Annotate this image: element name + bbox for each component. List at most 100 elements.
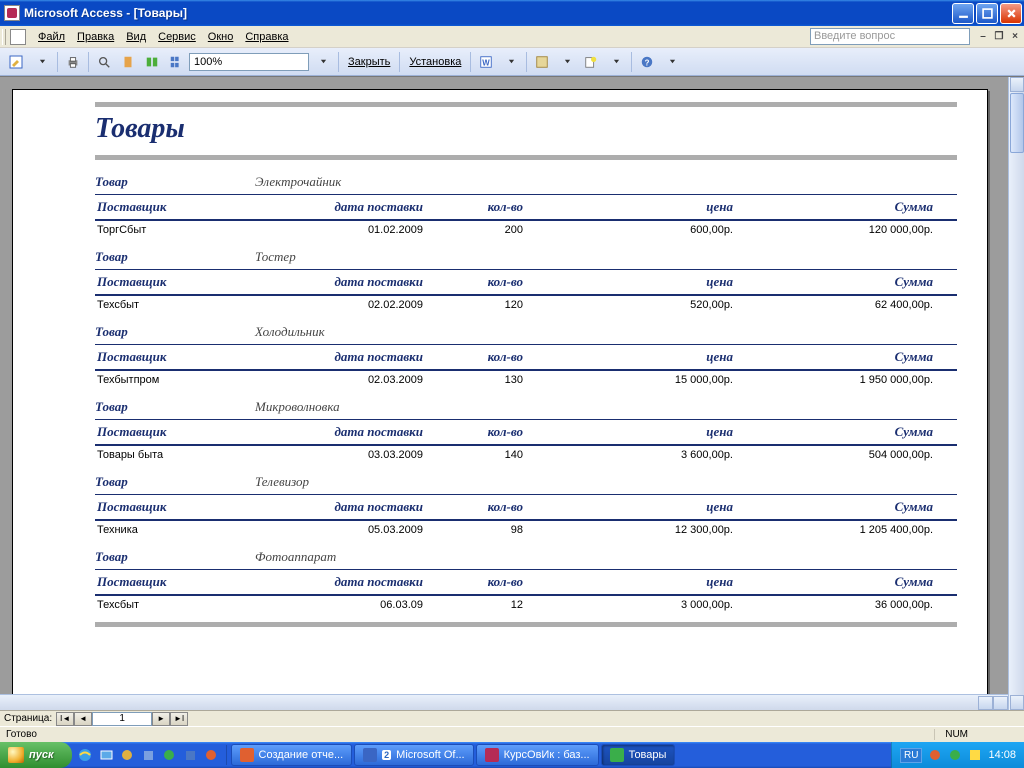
toolbar-handle[interactable] bbox=[2, 29, 6, 45]
help-button[interactable]: ? bbox=[636, 51, 658, 73]
two-pages-button[interactable] bbox=[141, 51, 163, 73]
cell-sum: 36 000,00р. bbox=[735, 596, 935, 614]
taskbar-task[interactable]: 2Microsoft Of... bbox=[354, 744, 473, 766]
minimize-button[interactable] bbox=[952, 3, 974, 24]
col-price: цена bbox=[525, 196, 735, 218]
scroll-left-button[interactable] bbox=[978, 696, 993, 710]
col-date: дата поставки bbox=[275, 421, 425, 443]
officelinks-dropdown[interactable] bbox=[500, 51, 522, 73]
col-sum: Сумма bbox=[735, 196, 935, 218]
ql-desktop-icon[interactable] bbox=[97, 745, 117, 765]
view-dropdown[interactable] bbox=[31, 51, 53, 73]
start-button[interactable]: пуск bbox=[0, 742, 72, 768]
col-sum: Сумма bbox=[735, 271, 935, 293]
maximize-button[interactable] bbox=[976, 3, 998, 24]
col-date: дата поставки bbox=[275, 196, 425, 218]
ql-app3-icon[interactable] bbox=[160, 745, 180, 765]
one-page-button[interactable] bbox=[117, 51, 139, 73]
report-page[interactable]: Товары Товар Электрочайник Поставщик дат… bbox=[12, 89, 988, 710]
cell-supplier: Товары быта bbox=[95, 446, 275, 464]
task-icon bbox=[363, 748, 377, 762]
officelinks-word-button[interactable]: W bbox=[475, 51, 497, 73]
ask-question-input[interactable]: Введите вопрос bbox=[810, 28, 970, 45]
page-number-input[interactable] bbox=[92, 712, 152, 726]
multi-pages-button[interactable] bbox=[165, 51, 187, 73]
menu-file[interactable]: Файл bbox=[32, 29, 71, 45]
cell-date: 05.03.2009 bbox=[275, 521, 425, 539]
col-date: дата поставки bbox=[275, 271, 425, 293]
col-sum: Сумма bbox=[735, 496, 935, 518]
ql-app2-icon[interactable] bbox=[139, 745, 159, 765]
windows-logo-icon bbox=[8, 747, 24, 763]
cell-price: 15 000,00р. bbox=[525, 371, 735, 389]
cell-sum: 504 000,00р. bbox=[735, 446, 935, 464]
horizontal-scrollbar[interactable] bbox=[0, 694, 1008, 710]
report-title: Товары bbox=[95, 113, 957, 145]
system-tray: RU 14:08 bbox=[891, 742, 1024, 768]
cell-supplier: Техника bbox=[95, 521, 275, 539]
scroll-up-button[interactable] bbox=[1010, 77, 1024, 92]
database-window-button[interactable] bbox=[531, 51, 553, 73]
zoom-combo[interactable]: 100% bbox=[189, 53, 309, 71]
taskbar-task[interactable]: КурсОвИк : баз... bbox=[476, 744, 599, 766]
ql-app4-icon[interactable] bbox=[181, 745, 201, 765]
document-icon[interactable] bbox=[10, 29, 26, 45]
vertical-scrollbar[interactable] bbox=[1008, 77, 1024, 710]
col-supplier: Поставщик bbox=[95, 196, 275, 218]
page-setup-button[interactable]: Установка bbox=[404, 56, 466, 68]
taskbar-task[interactable]: Товары bbox=[601, 744, 676, 766]
toolbar-overflow[interactable] bbox=[661, 51, 683, 73]
menu-edit[interactable]: Правка bbox=[71, 29, 120, 45]
close-preview-button[interactable]: Закрыть bbox=[343, 56, 395, 68]
tray-clock[interactable]: 14:08 bbox=[988, 749, 1016, 761]
design-view-button[interactable] bbox=[4, 51, 28, 73]
ql-app1-icon[interactable] bbox=[118, 745, 138, 765]
group-name: Холодильник bbox=[255, 324, 325, 340]
scroll-thumb[interactable] bbox=[1010, 93, 1024, 153]
col-price: цена bbox=[525, 346, 735, 368]
ql-app5-icon[interactable] bbox=[202, 745, 222, 765]
close-button[interactable] bbox=[1000, 3, 1022, 24]
first-page-button[interactable]: Ⅰ◄ bbox=[56, 712, 74, 726]
new-object-button[interactable] bbox=[580, 51, 602, 73]
print-button[interactable] bbox=[62, 51, 84, 73]
last-page-button[interactable]: ►Ⅰ bbox=[170, 712, 188, 726]
cell-qty: 140 bbox=[425, 446, 525, 464]
tray-icon-2[interactable] bbox=[948, 748, 962, 762]
prev-page-button[interactable]: ◄ bbox=[74, 712, 92, 726]
status-bar: Готово NUM bbox=[0, 726, 1024, 742]
toolbar: 100% Закрыть Установка W ? bbox=[0, 48, 1024, 76]
scroll-right-button[interactable] bbox=[993, 696, 1008, 710]
page-navigation: Страница: Ⅰ◄ ◄ ► ►Ⅰ bbox=[0, 710, 1024, 726]
cell-supplier: Техбытпром bbox=[95, 371, 275, 389]
group-label: Товар bbox=[95, 174, 255, 190]
menu-help[interactable]: Справка bbox=[239, 29, 294, 45]
tray-icon-3[interactable] bbox=[968, 748, 982, 762]
mdi-minimize-button[interactable]: – bbox=[976, 30, 990, 44]
page-nav-label: Страница: bbox=[4, 713, 52, 724]
next-page-button[interactable]: ► bbox=[152, 712, 170, 726]
cell-qty: 98 bbox=[425, 521, 525, 539]
zoom-dropdown[interactable] bbox=[312, 51, 334, 73]
col-qty: кол-во bbox=[425, 271, 525, 293]
mdi-restore-button[interactable]: ❐ bbox=[992, 30, 1006, 44]
new-object-extra-dropdown[interactable] bbox=[605, 51, 627, 73]
menu-window[interactable]: Окно bbox=[202, 29, 240, 45]
new-object-dropdown[interactable] bbox=[556, 51, 578, 73]
menu-tools[interactable]: Сервис bbox=[152, 29, 202, 45]
cell-qty: 120 bbox=[425, 296, 525, 314]
col-price: цена bbox=[525, 571, 735, 593]
task-label: КурсОвИк : баз... bbox=[504, 749, 590, 761]
tray-icon-1[interactable] bbox=[928, 748, 942, 762]
mdi-close-button[interactable]: × bbox=[1008, 30, 1022, 44]
scroll-down-button[interactable] bbox=[1010, 695, 1024, 710]
ql-ie-icon[interactable] bbox=[76, 745, 96, 765]
col-qty: кол-во bbox=[425, 196, 525, 218]
col-price: цена bbox=[525, 496, 735, 518]
menu-view[interactable]: Вид bbox=[120, 29, 152, 45]
group-name: Тостер bbox=[255, 249, 296, 265]
zoom-icon[interactable] bbox=[93, 51, 115, 73]
col-supplier: Поставщик bbox=[95, 346, 275, 368]
language-indicator[interactable]: RU bbox=[900, 748, 922, 763]
taskbar-task[interactable]: Создание отче... bbox=[231, 744, 353, 766]
